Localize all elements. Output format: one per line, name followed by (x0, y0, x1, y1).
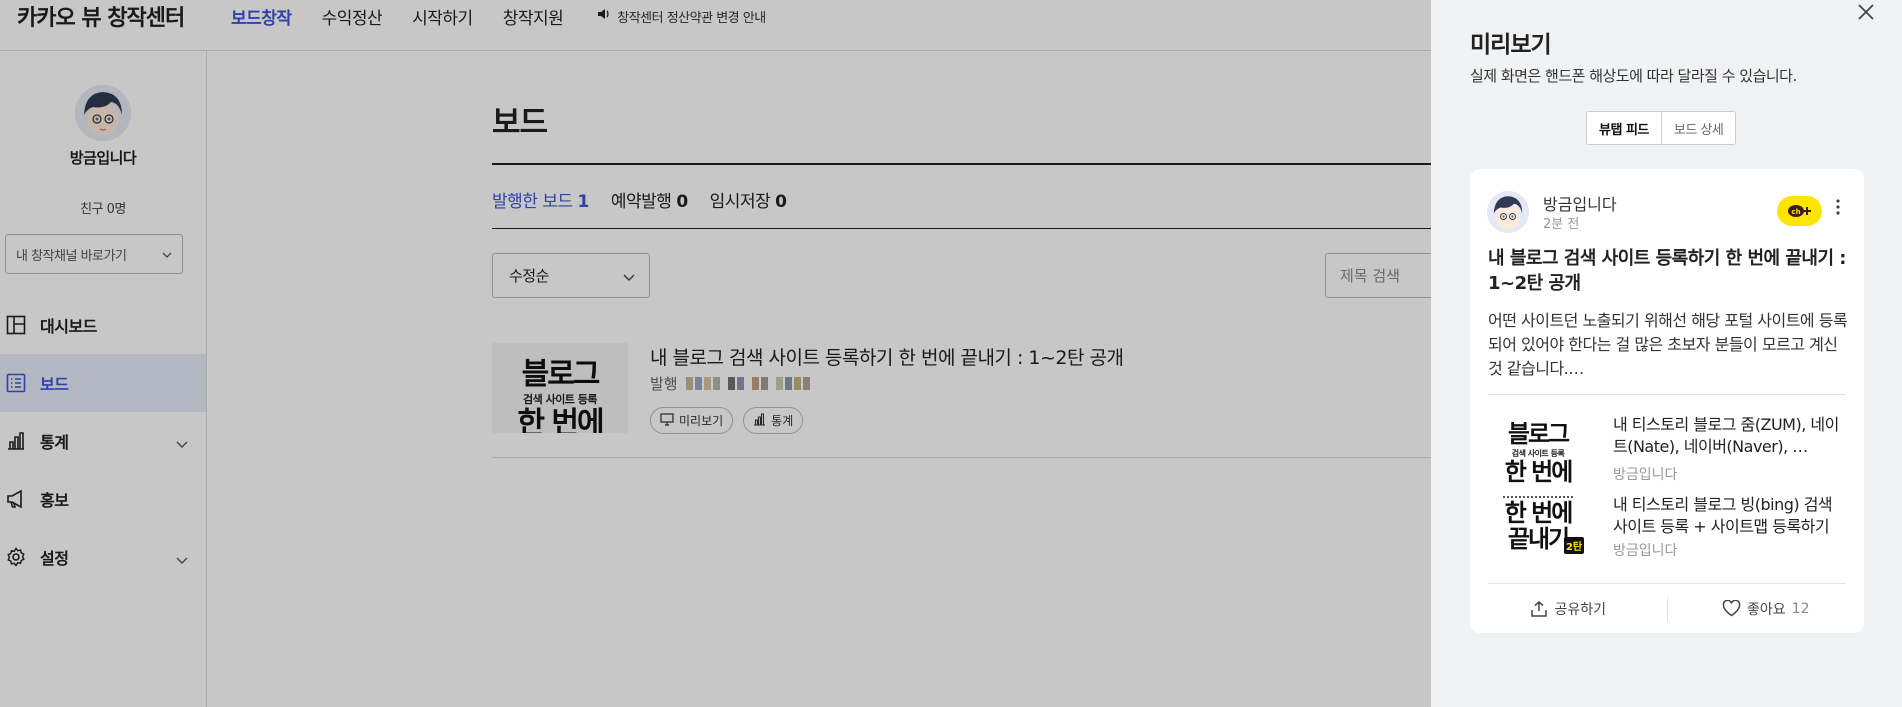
channel-plus-icon: ch (1787, 205, 1811, 217)
more-options-icon[interactable] (1836, 199, 1840, 219)
svg-text:ch: ch (1791, 208, 1800, 216)
related-post-thumbnail: 한 번에 끝내기 2탄 (1488, 494, 1588, 566)
post-title[interactable]: 내 블로그 검색 사이트 등록하기 한 번에 끝내기 : 1~2탄 공개 (1488, 246, 1848, 296)
related-post-title: 내 티스토리 블로그 빙(bing) 검색 사이트 등록 + 사이트맵 등록하기 (1613, 495, 1833, 536)
panel-description: 실제 화면은 핸드폰 해상도에 따라 달라질 수 있습니다. (1470, 67, 1797, 85)
like-button[interactable]: 좋아요 12 (1668, 599, 1865, 619)
author-name: 방금입니다 (1543, 195, 1617, 214)
related-post-author: 방금입니다 (1613, 467, 1678, 483)
divider (1488, 394, 1846, 395)
channel-add-button[interactable]: ch (1777, 196, 1822, 226)
heart-icon (1722, 600, 1741, 617)
share-button[interactable]: 공유하기 (1470, 599, 1667, 619)
related-post-title: 내 티스토리 블로그 줌(ZUM), 네이트(Nate), 네이버(Naver)… (1613, 415, 1839, 456)
feed-preview-card: 방금입니다 2분 전 ch 내 블로그 검색 사이트 등록하기 한 번에 끝내기… (1470, 169, 1864, 633)
close-icon (1858, 4, 1874, 20)
related-post-thumbnail: 블로그 검색 사이트 등록 한 번에 (1488, 414, 1588, 486)
modal-overlay[interactable] (0, 0, 1431, 707)
post-time: 2분 전 (1543, 217, 1580, 232)
post-summary: 어떤 사이트던 노출되기 위해선 해당 포털 사이트에 등록되어 있어야 한다는… (1488, 311, 1848, 378)
close-button[interactable] (1854, 0, 1878, 24)
avatar (1487, 191, 1529, 233)
preview-mode-toggle: 뷰탭 피드 보드 상세 (1586, 111, 1737, 145)
tab-board-detail[interactable]: 보드 상세 (1662, 112, 1735, 144)
panel-title: 미리보기 (1470, 32, 1552, 58)
like-count: 12 (1791, 600, 1810, 617)
card-actions: 공유하기 좋아요 12 (1470, 584, 1864, 633)
tab-view-feed[interactable]: 뷰탭 피드 (1587, 112, 1662, 144)
related-post-item[interactable]: 블로그 검색 사이트 등록 한 번에 내 티스토리 블로그 줌(ZUM), 네이… (1488, 414, 1846, 496)
preview-panel: 미리보기 실제 화면은 핸드폰 해상도에 따라 달라질 수 있습니다. 뷰탭 피… (1431, 0, 1902, 707)
related-post-author: 방금입니다 (1613, 543, 1678, 559)
related-post-item[interactable]: 한 번에 끝내기 2탄 내 티스토리 블로그 빙(bing) 검색 사이트 등록… (1488, 494, 1846, 576)
share-icon (1531, 600, 1548, 617)
